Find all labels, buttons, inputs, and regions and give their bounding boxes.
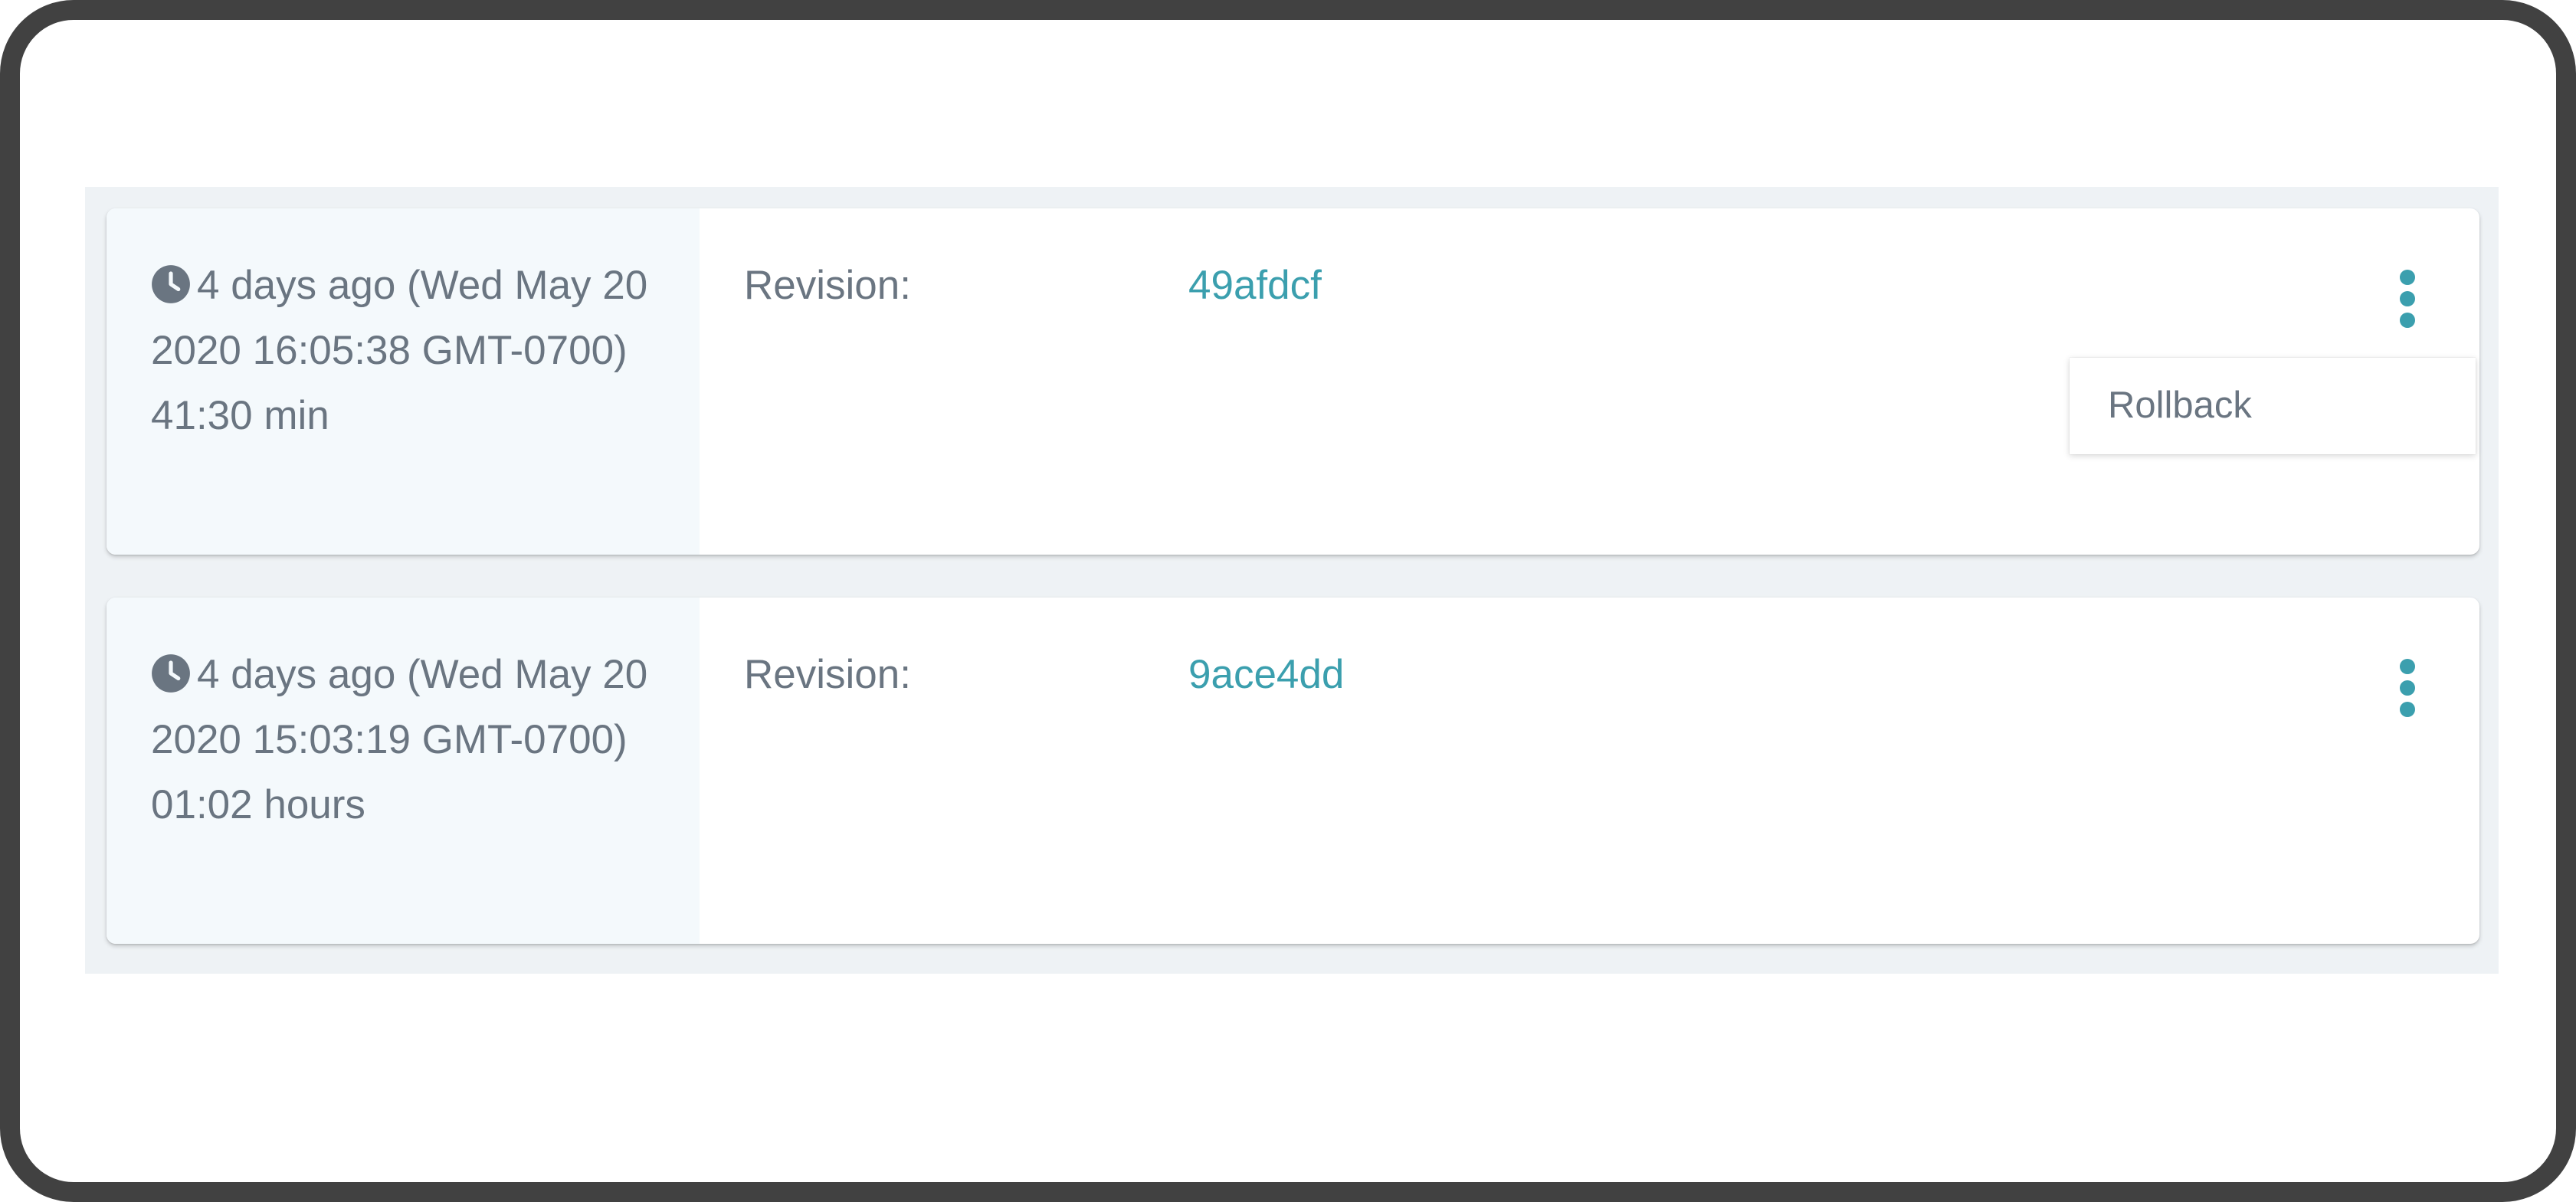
deployment-duration: 41:30 min — [151, 393, 329, 438]
revision-hash-link[interactable]: 9ace4dd — [1188, 642, 1344, 707]
clock-icon — [151, 653, 191, 693]
device-frame: 4 days ago (Wed May 20 2020 16:05:38 GMT… — [0, 0, 2576, 1202]
more-options-button[interactable] — [2389, 268, 2426, 329]
revision-hash-link[interactable]: 49afdcf — [1188, 253, 1322, 318]
revision-label: Revision: — [744, 263, 911, 308]
deployment-timestamp: 4 days ago (Wed May 20 2020 16:05:38 GMT… — [151, 263, 648, 373]
deployment-duration: 01:02 hours — [151, 782, 365, 827]
clock-icon — [151, 264, 191, 304]
actions-dropdown-menu: Rollback — [2070, 358, 2476, 454]
deployment-time-column: 4 days ago (Wed May 20 2020 16:05:38 GMT… — [107, 208, 700, 555]
deployment-history-panel: 4 days ago (Wed May 20 2020 16:05:38 GMT… — [85, 187, 2499, 974]
menu-item-rollback[interactable]: Rollback — [2108, 375, 2252, 436]
deployment-time-column: 4 days ago (Wed May 20 2020 15:03:19 GMT… — [107, 598, 700, 944]
more-vertical-icon — [2400, 659, 2415, 717]
deployment-timestamp: 4 days ago (Wed May 20 2020 15:03:19 GMT… — [151, 652, 648, 762]
deployment-card: 4 days ago (Wed May 20 2020 15:03:19 GMT… — [107, 598, 2479, 944]
revision-label: Revision: — [744, 652, 911, 697]
more-options-button[interactable] — [2389, 657, 2426, 719]
more-vertical-icon — [2400, 270, 2415, 328]
deployment-card: 4 days ago (Wed May 20 2020 16:05:38 GMT… — [107, 208, 2479, 555]
